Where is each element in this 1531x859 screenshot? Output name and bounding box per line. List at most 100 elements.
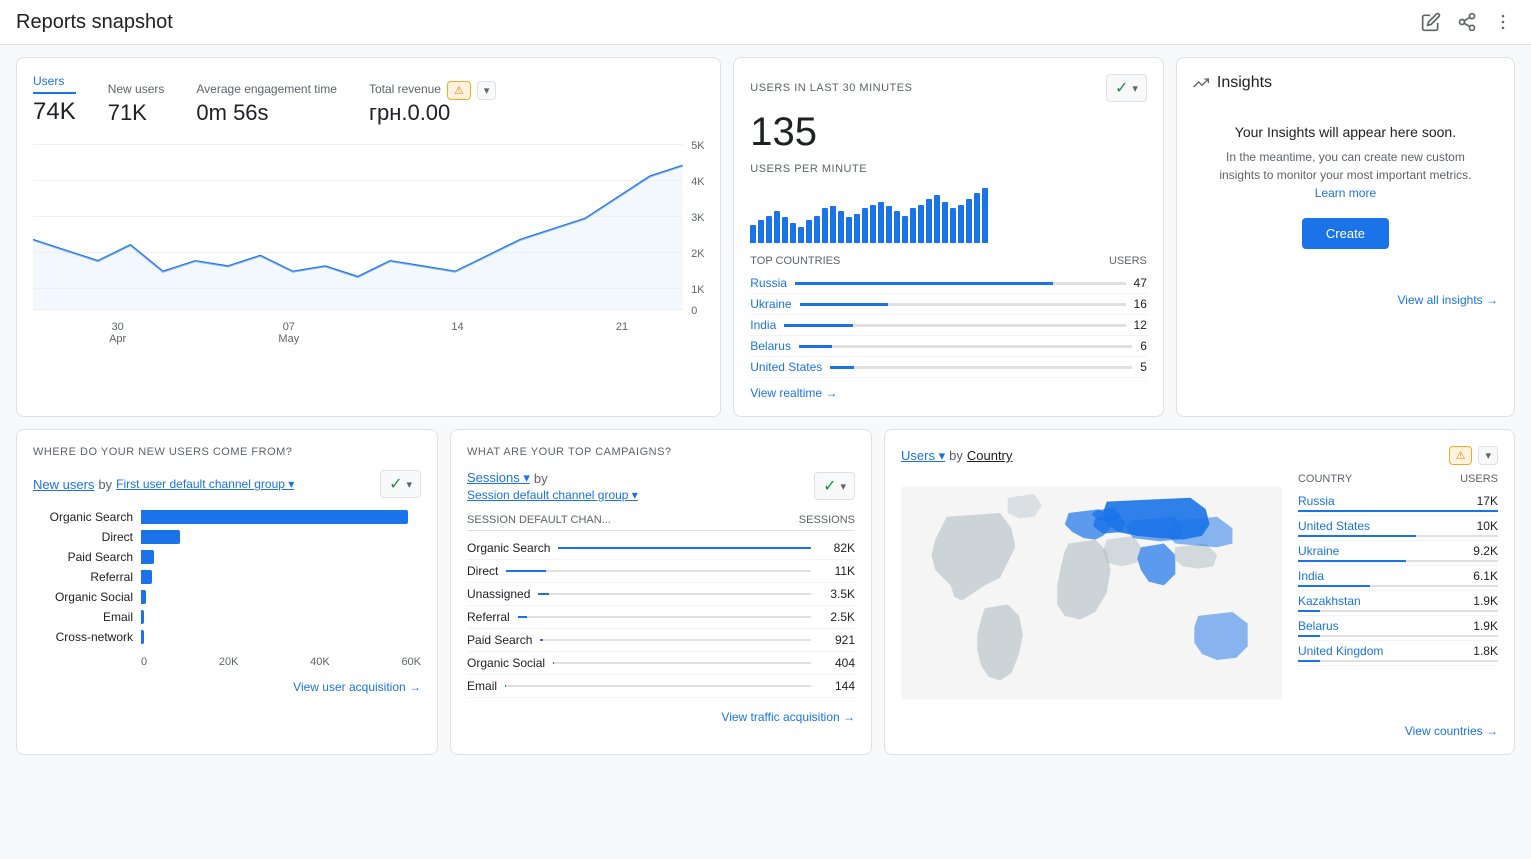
geo-country-name[interactable]: Belarus	[1298, 619, 1339, 633]
view-insights-link[interactable]: View all insights →	[1193, 293, 1498, 307]
hbar-wrap	[141, 530, 421, 544]
rt-bar	[822, 208, 828, 243]
insights-trend-icon	[1193, 75, 1209, 91]
camp-row: Organic Social 404	[467, 652, 855, 675]
x-label-3: 21	[616, 321, 628, 345]
camp-bar	[540, 639, 543, 641]
view-countries-link[interactable]: View countries →	[901, 724, 1498, 738]
camp-by: by	[534, 471, 548, 486]
create-button[interactable]: Create	[1302, 218, 1389, 249]
geo-row: United Kingdom 1.8K	[1298, 641, 1498, 666]
camp-val: 82K	[819, 541, 855, 555]
acq-status-btn[interactable]: ✓ ▾	[380, 470, 421, 498]
hbar-label: Email	[33, 610, 133, 624]
svg-text:5K: 5K	[691, 140, 704, 152]
rt-bar	[766, 216, 772, 244]
campaigns-subtitle-row: Sessions ▾ by Session default channel gr…	[467, 470, 638, 502]
hbar-wrap	[141, 550, 421, 564]
camp-val: 11K	[819, 564, 855, 578]
camp-row: Organic Search 82K	[467, 537, 855, 560]
learn-more-link[interactable]: Learn more	[1315, 186, 1376, 200]
geo-row-values: Belarus 1.9K	[1298, 619, 1498, 633]
hbar-bar	[141, 510, 408, 524]
geo-header-row: Users ▾ by Country ⚠ ▾	[901, 446, 1498, 465]
geo-country-val: 1.8K	[1473, 644, 1498, 658]
geo-bar	[1298, 660, 1320, 662]
country-row: India 12	[750, 315, 1147, 336]
realtime-status-btn[interactable]: ✓ ▾	[1106, 74, 1147, 102]
geo-country-val: 1.9K	[1473, 594, 1498, 608]
view-traffic-link[interactable]: View traffic acquisition →	[467, 710, 855, 724]
realtime-value: 135	[750, 110, 1147, 155]
warning-badge: ⚠	[447, 81, 471, 100]
camp-name: Organic Search	[467, 541, 550, 555]
camp-subtitle[interactable]: Sessions ▾	[467, 470, 530, 486]
country-row: Russia 47	[750, 273, 1147, 294]
rt-bar	[846, 217, 852, 243]
realtime-dropdown-arrow: ▾	[1132, 82, 1138, 95]
country-name[interactable]: United States	[750, 360, 822, 374]
page-title: Reports snapshot	[16, 11, 173, 34]
geo-country-name[interactable]: Ukraine	[1298, 544, 1339, 558]
rt-bar	[806, 220, 812, 243]
header-actions	[1419, 10, 1515, 34]
country-bar	[784, 324, 852, 327]
camp-bar-wrap	[553, 662, 811, 664]
country-name[interactable]: India	[750, 318, 776, 332]
geo-country-name[interactable]: United States	[1298, 519, 1370, 533]
camp-name: Referral	[467, 610, 510, 624]
top-countries-label: TOP COUNTRIES	[750, 255, 840, 267]
users-value: 74K	[33, 98, 76, 126]
camp-status-btn[interactable]: ✓ ▾	[814, 472, 855, 500]
country-bar-wrap	[799, 345, 1132, 348]
geo-country-name[interactable]: India	[1298, 569, 1324, 583]
camp-row: Email 144	[467, 675, 855, 698]
geo-bar	[1298, 535, 1416, 537]
geo-country-name[interactable]: Kazakhstan	[1298, 594, 1361, 608]
acquisition-bar-chart: Organic Search Direct Paid Search Referr…	[33, 510, 421, 644]
geo-row: Ukraine 9.2K	[1298, 541, 1498, 566]
camp-row: Direct 11K	[467, 560, 855, 583]
country-name[interactable]: Ukraine	[750, 297, 791, 311]
campaigns-rows: Organic Search 82K Direct 11K Unassigned…	[467, 537, 855, 698]
rt-bar	[958, 205, 964, 244]
countries-table: Russia 47 Ukraine 16 India 12 Belarus 6 …	[750, 273, 1147, 378]
more-icon[interactable]	[1491, 10, 1515, 34]
rt-bar	[982, 188, 988, 243]
acquisition-title: WHERE DO YOUR NEW USERS COME FROM?	[33, 446, 421, 458]
geo-rows: Russia 17K United States 10K Ukraine 9.2…	[1298, 491, 1498, 666]
geo-country-name[interactable]: United Kingdom	[1298, 644, 1383, 658]
geo-country-val: 1.9K	[1473, 619, 1498, 633]
x-label-0: 30Apr	[109, 321, 126, 345]
country-name[interactable]: Belarus	[750, 339, 791, 353]
hbar-label: Paid Search	[33, 550, 133, 564]
geo-country-val: 17K	[1477, 494, 1498, 508]
view-realtime-link[interactable]: View realtime →	[750, 386, 1147, 400]
view-acquisition-link[interactable]: View user acquisition →	[33, 680, 421, 694]
insights-body: Your Insights will appear here soon. In …	[1193, 104, 1498, 269]
svg-text:4K: 4K	[691, 176, 704, 188]
acq-dimension[interactable]: First user default channel group ▾	[116, 477, 294, 491]
x-axis-tick: 0	[141, 656, 147, 668]
svg-text:0: 0	[691, 305, 697, 314]
geo-bar-wrap	[1298, 535, 1498, 537]
geo-card: Users ▾ by Country ⚠ ▾	[884, 429, 1515, 755]
acq-bar-row: Email	[33, 610, 421, 624]
campaigns-table: SESSION DEFAULT CHAN... SESSIONS Organic…	[467, 514, 855, 698]
camp-dimension[interactable]: Session default channel group ▾	[467, 488, 638, 502]
edit-icon[interactable]	[1419, 10, 1443, 34]
country-name[interactable]: Russia	[750, 276, 787, 290]
acquisition-subtitle-row: New users by First user default channel …	[33, 477, 294, 492]
acquisition-card: WHERE DO YOUR NEW USERS COME FROM? New u…	[16, 429, 438, 755]
geo-title[interactable]: Users ▾	[901, 448, 945, 464]
camp-row: Referral 2.5K	[467, 606, 855, 629]
realtime-card: USERS IN LAST 30 MINUTES ✓ ▾ 135 USERS P…	[733, 57, 1164, 417]
acq-bar-row: Organic Search	[33, 510, 421, 524]
rt-bar	[790, 223, 796, 243]
rt-bar	[918, 205, 924, 244]
camp-val: 2.5K	[819, 610, 855, 624]
geo-country-name[interactable]: Russia	[1298, 494, 1335, 508]
revenue-dropdown[interactable]: ▾	[477, 81, 497, 100]
geo-dropdown[interactable]: ▾	[1478, 446, 1498, 465]
share-icon[interactable]	[1455, 10, 1479, 34]
